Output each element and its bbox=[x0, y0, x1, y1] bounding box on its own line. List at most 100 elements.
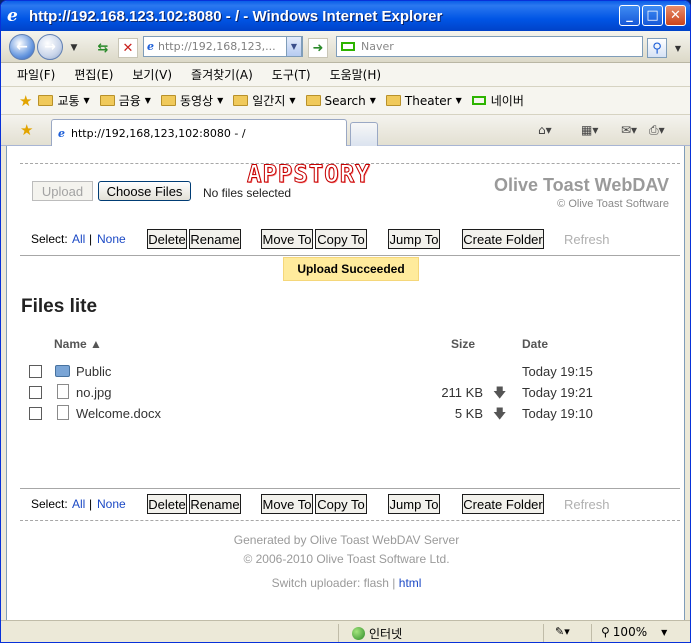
minimize-button[interactable]: _ bbox=[619, 5, 640, 26]
fav-item-theater[interactable]: Theater ▼ bbox=[385, 94, 462, 108]
select-none-link[interactable]: None bbox=[97, 497, 126, 511]
tab-current[interactable]: e http://192,168,123,102:8080 - / bbox=[51, 119, 347, 146]
select-none-link[interactable]: None bbox=[97, 232, 126, 246]
delete-button[interactable]: Delete bbox=[147, 229, 187, 249]
copy-to-button[interactable]: Copy To bbox=[315, 229, 367, 249]
feeds-icon[interactable]: ▦▾ bbox=[581, 123, 598, 137]
fav-item-naver[interactable]: 네이버 bbox=[471, 92, 524, 109]
menu-favorites[interactable]: 즐겨찾기(A) bbox=[191, 66, 253, 83]
add-favorite-star-icon[interactable]: ★ bbox=[19, 92, 32, 110]
protected-mode-icon[interactable]: ✎▾ bbox=[555, 625, 570, 638]
print-icon[interactable]: ⎙▾ bbox=[649, 123, 665, 138]
file-row-no-jpg[interactable]: no.jpg 211 KB 🡇 Today 19:21 bbox=[7, 382, 686, 403]
folder-icon bbox=[99, 95, 115, 106]
naver-icon bbox=[341, 42, 355, 51]
history-dropdown-icon[interactable]: ▼ bbox=[64, 38, 84, 58]
menu-file[interactable]: 파일(F) bbox=[17, 66, 55, 83]
folder-icon bbox=[385, 95, 401, 106]
forward-button[interactable]: → bbox=[37, 34, 63, 60]
fav-item-daily[interactable]: 일간지 ▼ bbox=[233, 92, 296, 109]
file-name-link[interactable]: Welcome.docx bbox=[76, 406, 161, 421]
footer-switch-uploader: Switch uploader: flash | html bbox=[7, 576, 686, 590]
fav-item-video[interactable]: 동영상 ▼ bbox=[160, 92, 223, 109]
close-button[interactable]: ✕ bbox=[665, 5, 686, 26]
row-checkbox[interactable] bbox=[29, 386, 42, 399]
page-icon: e bbox=[58, 126, 65, 140]
zone-label: 인터넷 bbox=[369, 627, 403, 641]
home-icon[interactable]: ⌂▾ bbox=[538, 123, 552, 137]
row-checkbox[interactable] bbox=[29, 365, 42, 378]
delete-button[interactable]: Delete bbox=[147, 494, 187, 514]
create-folder-button[interactable]: Create Folder bbox=[462, 494, 544, 514]
address-text: http://192,168,123,... bbox=[158, 40, 276, 53]
file-name-link[interactable]: no.jpg bbox=[76, 385, 111, 400]
status-bar: 인터넷 ✎▾ ⚲ 100% ▼ bbox=[1, 620, 690, 642]
rename-button[interactable]: Rename bbox=[189, 494, 241, 514]
select-label: Select: bbox=[31, 232, 68, 246]
file-row-public[interactable]: Public Today 19:15 bbox=[7, 361, 686, 382]
page-icon: e bbox=[147, 40, 154, 53]
jump-to-button[interactable]: Jump To bbox=[388, 229, 440, 249]
menu-help[interactable]: 도움말(H) bbox=[330, 66, 382, 83]
refresh-link[interactable]: Refresh bbox=[564, 497, 610, 512]
footer-divider bbox=[20, 520, 680, 521]
create-folder-button[interactable]: Create Folder bbox=[462, 229, 544, 249]
column-name-header[interactable]: Name ▲ bbox=[54, 337, 102, 351]
fav-item-finance[interactable]: 금융 ▼ bbox=[99, 92, 151, 109]
menu-tools[interactable]: 도구(T) bbox=[272, 66, 311, 83]
file-name-link[interactable]: Public bbox=[76, 364, 111, 379]
file-size: 5 KB bbox=[454, 406, 483, 421]
bottom-divider bbox=[20, 488, 680, 489]
menu-edit[interactable]: 편집(E) bbox=[74, 66, 113, 83]
column-date-header[interactable]: Date bbox=[522, 337, 548, 351]
switch-html-link[interactable]: html bbox=[399, 576, 422, 590]
refresh-icon[interactable]: ⇆ bbox=[93, 38, 113, 58]
file-row-welcome-docx[interactable]: Welcome.docx 5 KB 🡇 Today 19:10 bbox=[7, 403, 686, 424]
window-controls: _ □ ✕ bbox=[619, 5, 686, 26]
rename-button[interactable]: Rename bbox=[189, 229, 241, 249]
choose-files-button[interactable]: Choose Files bbox=[98, 181, 191, 201]
brand-subtitle: © Olive Toast Software bbox=[557, 198, 669, 210]
select-label: Select: bbox=[31, 497, 68, 511]
column-size-header[interactable]: Size bbox=[451, 337, 475, 351]
fav-label: 교통 bbox=[57, 94, 80, 108]
move-to-button[interactable]: Move To bbox=[261, 494, 313, 514]
go-arrow-icon[interactable]: ➜ bbox=[308, 38, 328, 58]
zoom-level: 100% bbox=[612, 625, 648, 639]
ie-logo-icon: e bbox=[7, 6, 18, 26]
maximize-button[interactable]: □ bbox=[642, 5, 663, 26]
download-icon[interactable]: 🡇 bbox=[493, 405, 506, 427]
upload-status-banner: Upload Succeeded bbox=[283, 257, 419, 281]
search-icon[interactable]: ⚲ bbox=[647, 38, 667, 58]
address-bar[interactable]: e http://192,168,123,... bbox=[143, 36, 303, 57]
jump-to-button[interactable]: Jump To bbox=[388, 494, 440, 514]
tab-title: http://192,168,123,102:8080 - / bbox=[71, 126, 246, 140]
select-all-link[interactable]: All bbox=[72, 497, 85, 511]
fav-label: 네이버 bbox=[490, 94, 524, 108]
move-to-button[interactable]: Move To bbox=[261, 229, 313, 249]
naver-icon bbox=[471, 96, 486, 105]
stop-icon[interactable]: ✕ bbox=[118, 38, 138, 58]
zoom-control[interactable]: ⚲ 100% ▼ bbox=[601, 625, 667, 639]
mail-icon[interactable]: ✉▾ bbox=[621, 123, 637, 137]
select-all-link[interactable]: All bbox=[72, 232, 85, 246]
security-zone[interactable]: 인터넷 bbox=[352, 625, 402, 642]
address-dropdown-icon[interactable]: ▼ bbox=[286, 36, 302, 57]
copy-to-button[interactable]: Copy To bbox=[315, 494, 367, 514]
search-input[interactable]: Naver bbox=[336, 36, 643, 57]
fav-item-transport[interactable]: 교통 ▼ bbox=[38, 92, 90, 109]
favorites-center-star-icon[interactable]: ★ bbox=[20, 121, 33, 139]
new-tab-button[interactable] bbox=[350, 122, 378, 146]
footer-generated: Generated by Olive Toast WebDAV Server bbox=[233, 533, 460, 547]
select-separator: | bbox=[89, 497, 93, 511]
refresh-link[interactable]: Refresh bbox=[564, 232, 610, 247]
menu-view[interactable]: 보기(V) bbox=[132, 66, 172, 83]
search-options-icon[interactable]: ▼ bbox=[668, 38, 688, 58]
chevron-down-icon: ▼ bbox=[289, 96, 296, 105]
upload-button[interactable]: Upload bbox=[32, 181, 93, 201]
row-checkbox[interactable] bbox=[29, 407, 42, 420]
back-button[interactable]: ← bbox=[9, 34, 35, 60]
file-date: Today 19:10 bbox=[522, 406, 593, 421]
chevron-down-icon: ▼ bbox=[369, 96, 376, 105]
fav-item-search[interactable]: Search ▼ bbox=[305, 94, 376, 108]
